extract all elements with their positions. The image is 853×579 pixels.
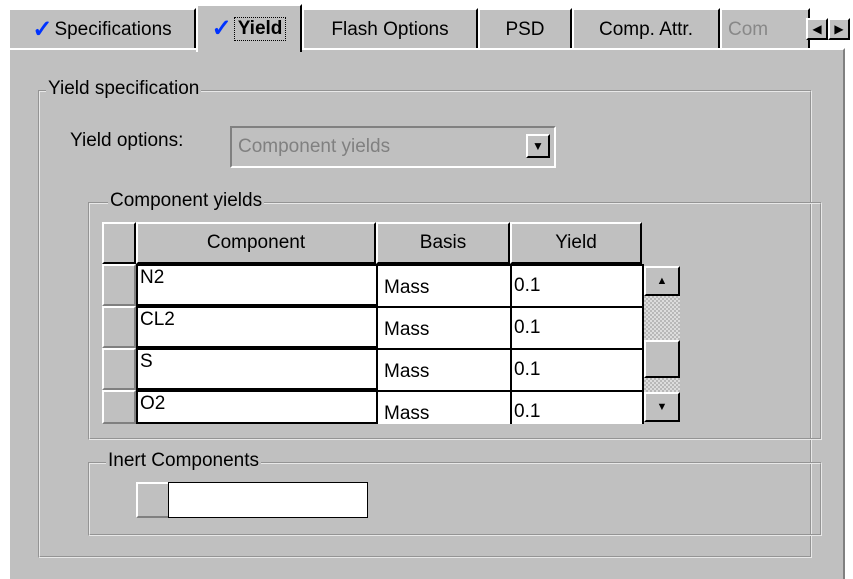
component-cell[interactable]: O2: [136, 390, 378, 424]
row-header[interactable]: [102, 348, 136, 390]
tab-truncated[interactable]: Com: [720, 8, 810, 50]
tab-flash-options-label: Flash Options: [331, 19, 449, 40]
arrow-right-icon: ▶: [834, 22, 844, 36]
arrow-left-icon: ◀: [812, 22, 822, 36]
tab-comp-attr[interactable]: Comp. Attr.: [572, 8, 720, 50]
tab-scroll-left-button[interactable]: ◀: [806, 18, 828, 40]
arrow-up-icon: ▲: [656, 275, 668, 287]
yield-specification-legend: Yield specification: [46, 78, 202, 99]
tab-specifications-label: Specifications: [54, 19, 172, 40]
column-header-yield[interactable]: Yield: [510, 222, 642, 264]
yield-options-label: Yield options:: [70, 130, 184, 151]
basis-cell[interactable]: Mass: [376, 306, 512, 350]
yield-cell[interactable]: 0.1: [510, 348, 644, 392]
check-icon: ✓: [211, 15, 232, 42]
tab-psd[interactable]: PSD: [478, 8, 572, 50]
basis-cell[interactable]: Mass: [376, 348, 512, 392]
basis-cell[interactable]: Mass: [376, 264, 512, 308]
yield-cell[interactable]: 0.1: [510, 390, 644, 424]
tab-yield-label: Yield: [233, 17, 287, 41]
row-header[interactable]: [102, 264, 136, 306]
inert-components-legend: Inert Components: [106, 450, 262, 471]
component-yields-legend: Component yields: [108, 190, 265, 211]
tab-flash-options[interactable]: Flash Options: [302, 8, 478, 50]
tab-psd-label: PSD: [505, 19, 545, 40]
column-header-yield-label: Yield: [555, 232, 597, 253]
row-header[interactable]: [102, 306, 136, 348]
yield-cell[interactable]: 0.1: [510, 264, 644, 308]
tab-comp-attr-label: Comp. Attr.: [599, 19, 693, 40]
yield-options-select[interactable]: Component yields ▼: [230, 126, 556, 168]
column-header-component-label: Component: [206, 232, 306, 253]
column-header-basis[interactable]: Basis: [376, 222, 510, 264]
yield-cell[interactable]: 0.1: [510, 306, 644, 350]
check-icon: ✓: [32, 16, 53, 43]
tab-yield[interactable]: ✓ Yield: [196, 4, 302, 52]
column-header-basis-label: Basis: [419, 232, 467, 253]
inert-components-field[interactable]: [168, 482, 368, 518]
yield-options-value: Component yields: [238, 136, 391, 157]
component-cell[interactable]: N2: [136, 264, 378, 306]
inert-components-row-header[interactable]: [136, 482, 170, 518]
tab-panel: Yield specification Yield options: Compo…: [8, 48, 845, 579]
column-header-component[interactable]: Component: [136, 222, 376, 264]
tab-specifications[interactable]: ✓ Specifications: [8, 8, 196, 50]
arrow-down-icon: ▼: [656, 401, 668, 413]
dropdown-button[interactable]: ▼: [526, 134, 550, 158]
row-header[interactable]: [102, 390, 136, 424]
tab-truncated-label: Com: [728, 19, 769, 40]
component-cell[interactable]: S: [136, 348, 378, 390]
component-cell[interactable]: CL2: [136, 306, 378, 348]
grid-corner-header[interactable]: [102, 222, 136, 264]
scroll-up-button[interactable]: ▲: [644, 266, 680, 296]
basis-cell[interactable]: Mass: [376, 390, 512, 424]
tab-scroll-right-button[interactable]: ▶: [828, 18, 850, 40]
scroll-thumb[interactable]: [644, 340, 680, 378]
scroll-down-button[interactable]: ▼: [644, 392, 680, 422]
chevron-down-icon: ▼: [532, 139, 544, 153]
